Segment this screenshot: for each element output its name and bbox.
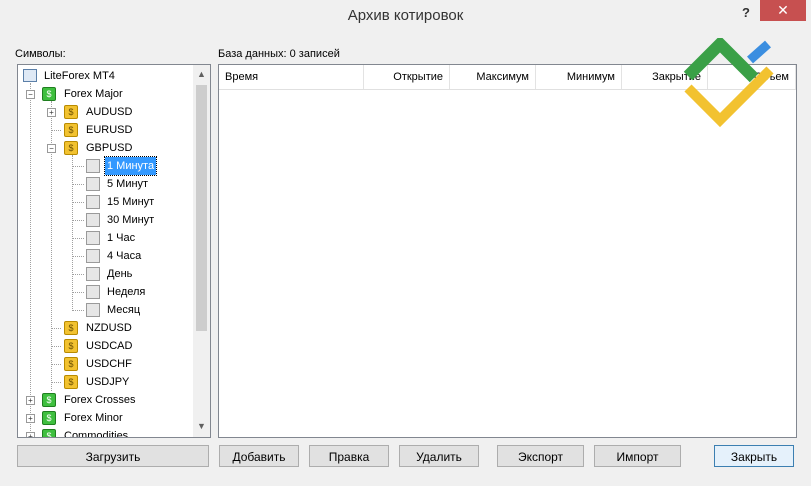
scroll-down-icon[interactable]: ▼	[197, 421, 206, 431]
tree-item-label: GBPUSD	[86, 142, 133, 154]
tree-line	[51, 130, 61, 131]
window-title: Архив котировок	[347, 7, 464, 24]
tree-line	[72, 155, 73, 311]
tree-item-label: Месяц	[107, 304, 141, 316]
tree-line	[72, 274, 84, 275]
database-icon	[86, 213, 100, 227]
tree-item-label: 1 Час	[107, 232, 136, 244]
expand-icon[interactable]: +	[26, 396, 35, 405]
expand-icon[interactable]: +	[26, 414, 35, 423]
dollar-coin-icon: $	[42, 87, 56, 101]
dollar-coin-icon: $	[64, 375, 78, 389]
tree-line	[72, 292, 84, 293]
dollar-coin-icon: $	[64, 321, 78, 335]
tree-line	[51, 328, 61, 329]
dollar-coin-icon: $	[64, 339, 78, 353]
tree-line	[51, 382, 61, 383]
tree-line	[72, 238, 84, 239]
dollar-coin-icon: $	[64, 123, 78, 137]
tree-item-label: День	[107, 268, 133, 280]
tree-item-label: AUDUSD	[86, 106, 133, 118]
tree-item-label: 1 Минута	[103, 156, 158, 176]
tree-line	[30, 83, 31, 437]
tree-item-label: Forex Crosses	[64, 394, 136, 406]
edit-button[interactable]: Правка	[309, 445, 389, 467]
symbols-tree[interactable]: LiteForex MT4 − $ Forex Major + $ AUDUSD…	[17, 64, 211, 438]
tree-item-label: 30 Минут	[107, 214, 155, 226]
liteforex-logo	[683, 38, 774, 128]
collapse-icon[interactable]: −	[26, 90, 35, 99]
tree-item-label: LiteForex MT4	[44, 70, 115, 82]
tree-line	[72, 202, 84, 203]
scroll-up-icon[interactable]: ▲	[197, 69, 206, 79]
dollar-coin-icon: $	[42, 429, 56, 437]
column-header-high[interactable]: Максимум	[450, 65, 536, 89]
tree-item-label: 15 Минут	[107, 196, 155, 208]
tree-line	[72, 256, 84, 257]
column-header-time[interactable]: Время	[219, 65, 364, 89]
database-icon	[86, 303, 100, 317]
load-button[interactable]: Загрузить	[17, 445, 209, 467]
delete-button[interactable]: Удалить	[399, 445, 479, 467]
database-icon	[86, 285, 100, 299]
title-bar: Архив котировок ? ✕	[0, 0, 811, 32]
logo-yellow-stroke	[684, 66, 774, 128]
tree-item-label: Commodities	[64, 430, 129, 438]
tree-scrollbar[interactable]: ▲ ▼	[193, 65, 210, 437]
database-icon	[86, 267, 100, 281]
tree-item-label: USDJPY	[86, 376, 130, 388]
tree-item-label: USDCAD	[86, 340, 133, 352]
export-button[interactable]: Экспорт	[497, 445, 584, 467]
dollar-coin-icon: $	[64, 105, 78, 119]
tree-item-label: Неделя	[107, 286, 146, 298]
import-button[interactable]: Импорт	[594, 445, 681, 467]
tree-item-label: 4 Часа	[107, 250, 142, 262]
database-icon	[86, 159, 100, 173]
dollar-coin-icon: $	[42, 393, 56, 407]
tree-item-label: Forex Major	[64, 88, 123, 100]
database-icon	[86, 195, 100, 209]
tree-item-label: Forex Minor	[64, 412, 123, 424]
logo-green-stroke	[683, 38, 759, 83]
tree-line	[72, 166, 84, 167]
tree-line	[72, 184, 84, 185]
close-button[interactable]: Закрыть	[714, 445, 794, 467]
dollar-coin-icon: $	[64, 141, 78, 155]
tree-item-label: NZDUSD	[86, 322, 132, 334]
tree-item-label: EURUSD	[86, 124, 133, 136]
help-icon[interactable]: ?	[734, 4, 758, 22]
collapse-icon[interactable]: −	[47, 144, 56, 153]
tree-line	[51, 364, 61, 365]
tree-item-label: 5 Минут	[107, 178, 149, 190]
column-header-low[interactable]: Минимум	[536, 65, 622, 89]
tree-item-label: USDCHF	[86, 358, 132, 370]
column-header-open[interactable]: Открытие	[364, 65, 450, 89]
scrollbar-thumb[interactable]	[196, 85, 207, 331]
tree-line	[72, 310, 84, 311]
dollar-coin-icon: $	[42, 411, 56, 425]
logo-blue-stroke	[747, 40, 771, 64]
database-icon	[86, 177, 100, 191]
expand-icon[interactable]: +	[47, 108, 56, 117]
database-icon	[86, 249, 100, 263]
dollar-coin-icon: $	[64, 357, 78, 371]
terminal-icon	[23, 69, 37, 82]
add-button[interactable]: Добавить	[219, 445, 299, 467]
database-icon	[86, 231, 100, 245]
close-icon[interactable]: ✕	[760, 0, 806, 21]
symbols-label: Символы:	[15, 48, 66, 60]
tree-line	[72, 220, 84, 221]
expand-icon[interactable]: +	[26, 432, 35, 437]
database-label: База данных: 0 записей	[218, 48, 340, 60]
tree-line	[51, 346, 61, 347]
